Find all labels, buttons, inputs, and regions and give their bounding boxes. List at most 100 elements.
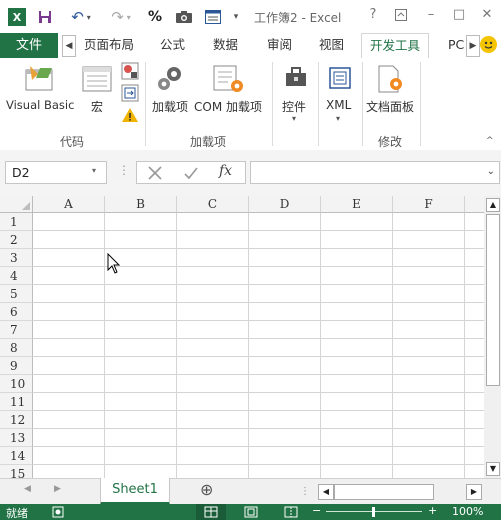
cell[interactable] [33, 249, 105, 267]
hscroll-right-arrow[interactable]: ▶ [466, 484, 482, 500]
confirm-entry-icon[interactable] [183, 165, 199, 181]
record-macro-icon[interactable] [121, 62, 139, 80]
com-addins-button[interactable]: COM 加载项 [194, 62, 266, 118]
cell[interactable] [249, 231, 321, 249]
cell[interactable] [33, 339, 105, 357]
cell[interactable] [321, 321, 393, 339]
cell[interactable] [393, 447, 465, 465]
row-header[interactable]: 1 [0, 213, 33, 231]
cell[interactable] [465, 375, 484, 393]
page-layout-view-icon[interactable] [244, 506, 258, 518]
column-header[interactable]: E [321, 196, 393, 213]
cell[interactable] [465, 231, 484, 249]
cell[interactable] [177, 429, 249, 447]
tab-power-pivot[interactable]: PC [448, 33, 464, 57]
macro-recording-icon[interactable] [52, 506, 64, 518]
row-header[interactable]: 9 [0, 357, 33, 375]
row-header[interactable]: 14 [0, 447, 33, 465]
help-button[interactable]: ? [362, 6, 384, 24]
cell[interactable] [249, 303, 321, 321]
cell[interactable] [105, 465, 177, 478]
minimize-button[interactable]: – [420, 6, 442, 24]
cell[interactable] [177, 375, 249, 393]
cell[interactable] [177, 249, 249, 267]
customize-qat-icon[interactable]: ▾ [230, 8, 242, 26]
row-header[interactable]: 2 [0, 231, 33, 249]
hscroll-left-arrow[interactable]: ◀ [318, 484, 334, 500]
column-header[interactable]: A [33, 196, 105, 213]
redo-button[interactable]: ↷ ▾ [106, 8, 136, 26]
maximize-button[interactable]: □ [448, 6, 470, 24]
cell[interactable] [321, 267, 393, 285]
insert-function-icon[interactable]: fx [219, 163, 232, 179]
sheet-scroll-left[interactable]: ◀ [24, 484, 31, 494]
select-all-corner[interactable] [0, 196, 33, 213]
cell[interactable] [393, 465, 465, 478]
cell[interactable] [465, 339, 484, 357]
column-header[interactable]: D [249, 196, 321, 213]
undo-button[interactable]: ↶ ▾ [66, 8, 96, 26]
cell[interactable] [321, 339, 393, 357]
cell[interactable] [321, 393, 393, 411]
cell[interactable] [177, 285, 249, 303]
cell[interactable] [177, 411, 249, 429]
macros-button[interactable]: 宏 [80, 62, 116, 118]
document-panel-button[interactable]: 文档面板 [364, 62, 418, 118]
cell[interactable] [465, 357, 484, 375]
cell[interactable] [105, 339, 177, 357]
row-header[interactable]: 7 [0, 321, 33, 339]
cell[interactable] [33, 231, 105, 249]
cell[interactable] [249, 357, 321, 375]
zoom-slider-thumb[interactable] [372, 507, 375, 517]
cell[interactable] [465, 249, 484, 267]
cell[interactable] [249, 213, 321, 231]
cell[interactable] [33, 393, 105, 411]
cell[interactable] [393, 249, 465, 267]
cell[interactable] [177, 465, 249, 478]
cell[interactable] [33, 321, 105, 339]
tab-developer[interactable]: 开发工具 [361, 33, 430, 59]
row-header[interactable]: 8 [0, 339, 33, 357]
column-header[interactable]: B [105, 196, 177, 213]
cell[interactable] [105, 213, 177, 231]
cell[interactable] [465, 447, 484, 465]
ribbon-display-options-button[interactable] [390, 6, 412, 24]
cell[interactable] [177, 393, 249, 411]
formula-input[interactable]: ⌄ [250, 161, 500, 184]
cell[interactable] [321, 411, 393, 429]
page-break-view-icon[interactable] [284, 506, 298, 518]
cell[interactable] [249, 465, 321, 478]
cell[interactable] [393, 429, 465, 447]
cell[interactable] [321, 213, 393, 231]
normal-view-button[interactable] [196, 504, 226, 520]
cell[interactable] [465, 411, 484, 429]
tabs-scroll-right[interactable]: ▶ [466, 35, 480, 57]
cell[interactable] [465, 393, 484, 411]
cell[interactable] [177, 267, 249, 285]
tab-formulas[interactable]: 公式 [160, 33, 185, 57]
hscroll-thumb[interactable] [334, 484, 434, 500]
cell[interactable] [105, 303, 177, 321]
cell[interactable] [105, 393, 177, 411]
cell[interactable] [249, 411, 321, 429]
cell[interactable] [249, 249, 321, 267]
row-header[interactable]: 3 [0, 249, 33, 267]
visual-basic-button[interactable]: Visual Basic [4, 62, 76, 118]
row-header[interactable]: 11 [0, 393, 33, 411]
name-box[interactable]: D2 ▾ [5, 161, 107, 184]
cell[interactable] [249, 267, 321, 285]
collapse-ribbon-icon[interactable]: ^ [486, 136, 494, 146]
cell[interactable] [249, 393, 321, 411]
tab-page-layout[interactable]: 页面布局 [84, 33, 134, 57]
macro-security-icon[interactable] [121, 106, 139, 124]
cell[interactable] [177, 213, 249, 231]
cell[interactable] [105, 429, 177, 447]
cancel-entry-icon[interactable] [147, 165, 163, 181]
tabs-scroll-left[interactable]: ◀ [62, 35, 76, 57]
scroll-down-arrow[interactable]: ▼ [486, 462, 500, 476]
cell[interactable] [33, 357, 105, 375]
tab-split-grip-icon[interactable]: ⋮ [300, 486, 310, 497]
addins-button[interactable]: 加载项 [150, 62, 190, 118]
cell[interactable] [321, 375, 393, 393]
cell[interactable] [393, 339, 465, 357]
